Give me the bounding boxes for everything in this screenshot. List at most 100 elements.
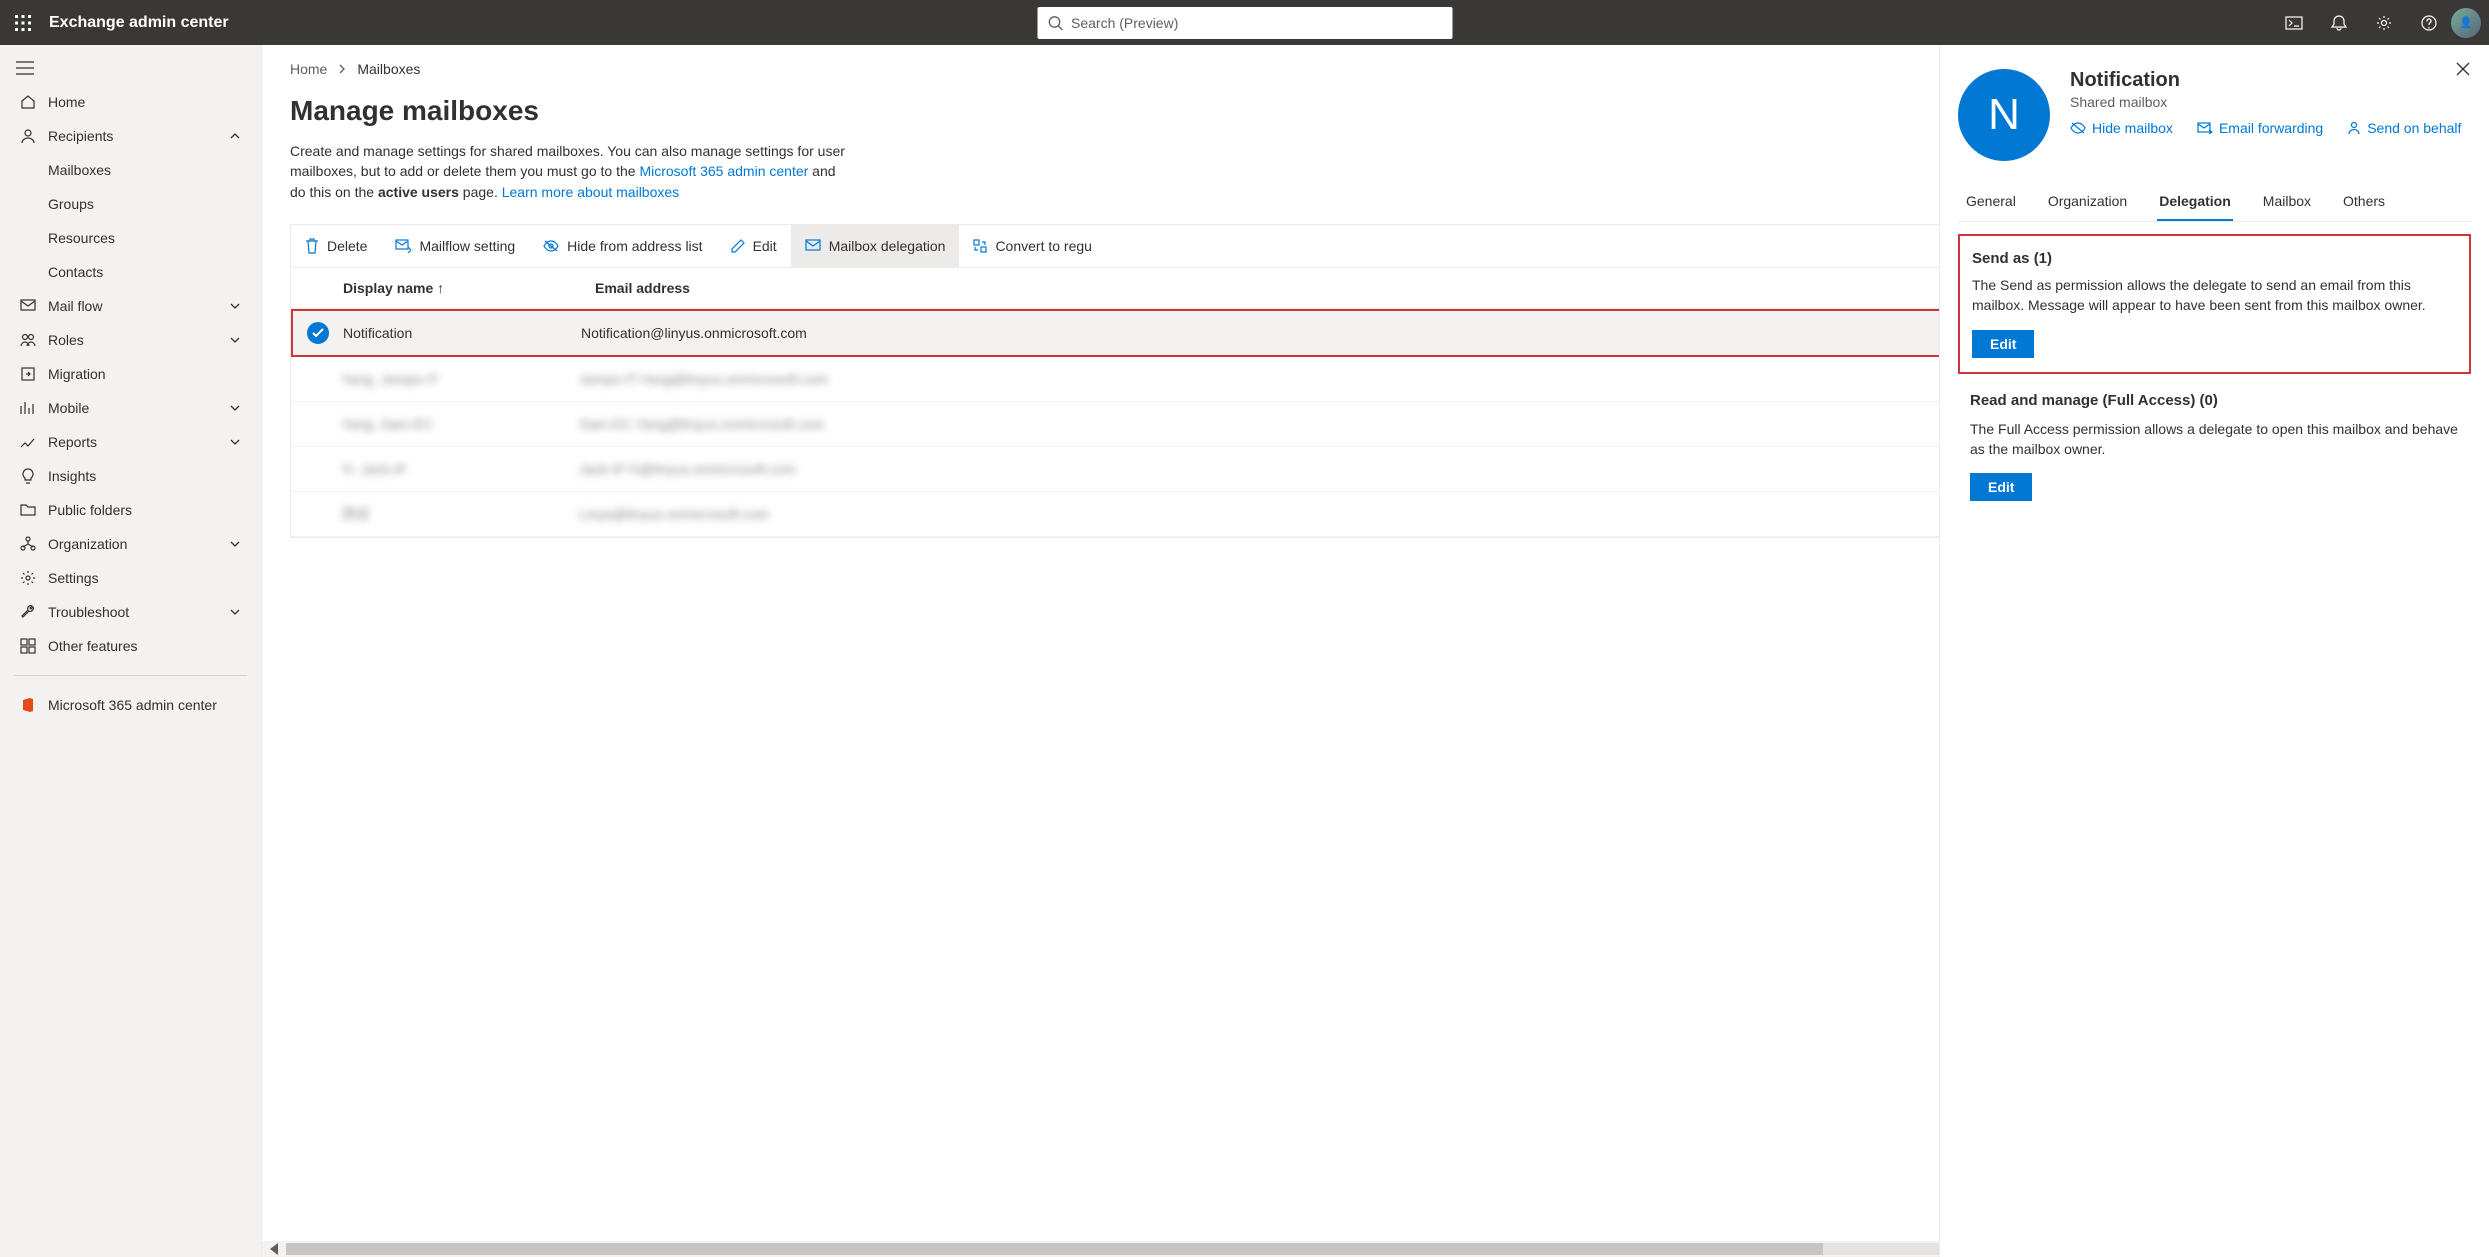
- sort-arrow-icon: ↑: [437, 280, 444, 296]
- nav-separator: [14, 675, 247, 676]
- office-icon: [20, 697, 36, 713]
- action-send-on-behalf[interactable]: Send on behalf: [2347, 120, 2461, 136]
- main-content: Home Mailboxes Manage mailboxes Create a…: [262, 45, 2489, 1257]
- notifications-icon[interactable]: [2316, 0, 2361, 45]
- nav-m365-link[interactable]: Microsoft 365 admin center: [0, 688, 261, 722]
- tab-delegation[interactable]: Delegation: [2157, 183, 2233, 221]
- panel-avatar: N: [1958, 69, 2050, 161]
- person-icon: [20, 128, 36, 144]
- cell-email: Jamps-IT.Yang@linyus.onmicrosoft.com: [579, 371, 879, 387]
- nav-label: Organization: [48, 536, 127, 552]
- nav-settings[interactable]: Settings: [0, 561, 261, 595]
- tab-others[interactable]: Others: [2341, 183, 2387, 221]
- help-icon[interactable]: [2406, 0, 2451, 45]
- row-checkbox[interactable]: [305, 368, 327, 390]
- nav-mailboxes[interactable]: Mailboxes: [0, 153, 261, 187]
- app-launcher-button[interactable]: [0, 0, 45, 45]
- page-description: Create and manage settings for shared ma…: [262, 141, 882, 202]
- close-panel-button[interactable]: [2455, 61, 2471, 80]
- nav-insights[interactable]: Insights: [0, 459, 261, 493]
- shell-cmd-icon[interactable]: [2271, 0, 2316, 45]
- nav-label: Troubleshoot: [48, 604, 129, 620]
- nav-groups[interactable]: Groups: [0, 187, 261, 221]
- search-input[interactable]: [1071, 15, 1442, 31]
- panel-header: N Notification Shared mailbox Hide mailb…: [1958, 69, 2471, 161]
- full-access-title: Read and manage (Full Access) (0): [1970, 392, 2459, 409]
- toolbar-hide[interactable]: Hide from address list: [529, 225, 716, 267]
- nav-troubleshoot[interactable]: Troubleshoot: [0, 595, 261, 629]
- toolbar-convert[interactable]: Convert to regu: [959, 225, 1106, 267]
- nav-label: Insights: [48, 468, 96, 484]
- home-icon: [20, 94, 36, 110]
- toolbar-delegation[interactable]: Mailbox delegation: [791, 225, 960, 267]
- label: Mailbox delegation: [829, 238, 946, 254]
- nav-contacts-label: Contacts: [48, 264, 103, 280]
- org-icon: [20, 536, 36, 552]
- nav-recipients[interactable]: Recipients: [0, 119, 261, 153]
- cell-name: Notification: [343, 325, 581, 341]
- nav-organization[interactable]: Organization: [0, 527, 261, 561]
- row-checkbox[interactable]: [305, 413, 327, 435]
- action-hide-mailbox[interactable]: Hide mailbox: [2070, 120, 2173, 136]
- tab-mailbox[interactable]: Mailbox: [2261, 183, 2313, 221]
- trash-icon: [305, 238, 319, 254]
- column-display-name[interactable]: Display name ↑: [343, 280, 595, 296]
- nav-groups-label: Groups: [48, 196, 94, 212]
- nav-public-folders[interactable]: Public folders: [0, 493, 261, 527]
- nav-label: Other features: [48, 638, 138, 654]
- settings-icon[interactable]: [2361, 0, 2406, 45]
- convert-icon: [973, 239, 987, 253]
- learn-more-link[interactable]: Learn more about mailboxes: [502, 184, 679, 200]
- nav-migration[interactable]: Migration: [0, 357, 261, 391]
- desc-bold: active users: [378, 184, 459, 200]
- chevron-down-icon: [229, 334, 241, 346]
- cell-email: Notification@linyus.onmicrosoft.com: [581, 325, 881, 341]
- reports-icon: [20, 434, 36, 450]
- nav-other[interactable]: Other features: [0, 629, 261, 663]
- chevron-right-icon: [337, 64, 347, 74]
- row-checkbox[interactable]: [305, 458, 327, 480]
- edit-full-access-button[interactable]: Edit: [1970, 473, 2032, 501]
- nav-reports[interactable]: Reports: [0, 425, 261, 459]
- search-box[interactable]: [1037, 7, 1452, 39]
- nav-mailflow[interactable]: Mail flow: [0, 289, 261, 323]
- nav-roles[interactable]: Roles: [0, 323, 261, 357]
- full-access-section: Read and manage (Full Access) (0) The Fu…: [1958, 374, 2471, 514]
- checkmark-icon[interactable]: [307, 322, 329, 344]
- scroll-left-arrow[interactable]: [270, 1243, 278, 1255]
- nav-home[interactable]: Home: [0, 85, 261, 119]
- action-email-forwarding[interactable]: Email forwarding: [2197, 120, 2323, 136]
- hamburger-button[interactable]: [0, 51, 261, 85]
- grid-icon: [20, 638, 36, 654]
- tab-organization[interactable]: Organization: [2046, 183, 2129, 221]
- label: Delete: [327, 238, 367, 254]
- edit-icon: [731, 239, 745, 253]
- label: Edit: [753, 238, 777, 254]
- cell-name: Yang, Jamps-IT: [341, 371, 579, 387]
- column-email[interactable]: Email address: [595, 280, 895, 296]
- panel-title: Notification: [2070, 69, 2461, 92]
- topbar-right: 👤: [2271, 0, 2489, 45]
- tab-general[interactable]: General: [1964, 183, 2018, 221]
- forward-icon: [2197, 122, 2213, 134]
- crumb-home[interactable]: Home: [290, 61, 327, 77]
- m365-link[interactable]: Microsoft 365 admin center: [639, 163, 808, 179]
- app-title: Exchange admin center: [45, 14, 229, 32]
- hide-icon: [2070, 122, 2086, 134]
- user-avatar[interactable]: 👤: [2451, 8, 2481, 38]
- toolbar-mailflow[interactable]: Mailflow setting: [381, 225, 529, 267]
- nav-mobile[interactable]: Mobile: [0, 391, 261, 425]
- nav-contacts[interactable]: Contacts: [0, 255, 261, 289]
- edit-send-as-button[interactable]: Edit: [1972, 330, 2034, 358]
- col-label: Display name: [343, 280, 433, 296]
- hide-icon: [543, 240, 559, 252]
- scroll-thumb[interactable]: [286, 1243, 1823, 1255]
- toolbar-edit[interactable]: Edit: [717, 225, 791, 267]
- label: Email forwarding: [2219, 120, 2323, 136]
- row-checkbox[interactable]: [305, 503, 327, 525]
- nav-mailboxes-label: Mailboxes: [48, 162, 111, 178]
- panel-subtitle: Shared mailbox: [2070, 94, 2461, 110]
- nav-resources[interactable]: Resources: [0, 221, 261, 255]
- chevron-down-icon: [229, 538, 241, 550]
- toolbar-delete[interactable]: Delete: [291, 225, 381, 267]
